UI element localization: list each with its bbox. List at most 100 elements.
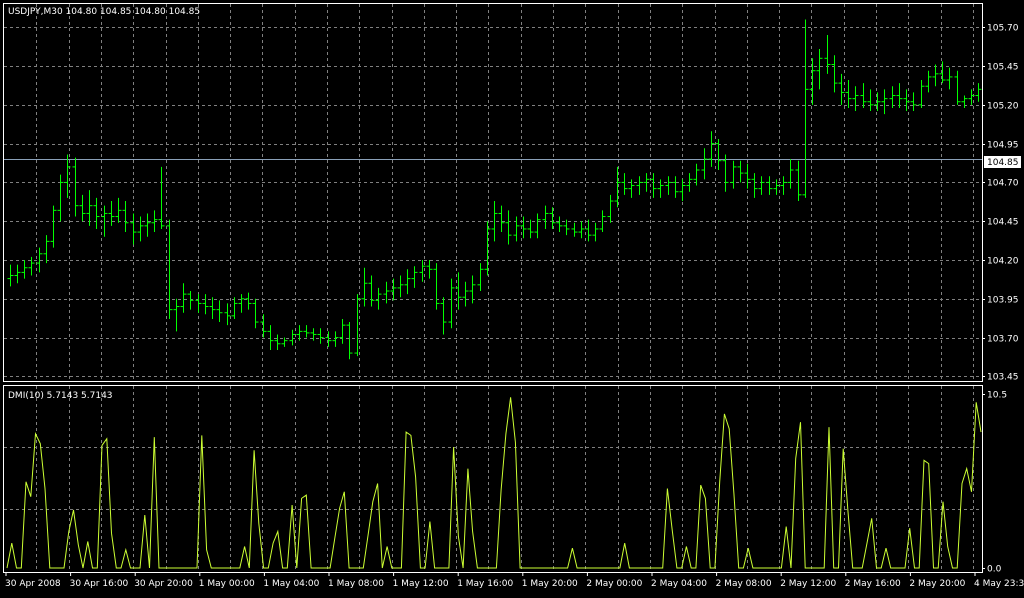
time-tick-label: 30 Apr 2008 xyxy=(5,579,61,589)
ohlc-bar xyxy=(881,89,888,115)
ohlc-bar xyxy=(245,292,252,310)
ohlc-bar xyxy=(462,281,469,307)
ohlc-bar xyxy=(787,159,794,189)
price-axis: 105.70 105.45 105.20 104.95 104.70 104.45 104.… xyxy=(982,24,1019,383)
ohlc-bar xyxy=(889,86,896,108)
ohlc-bar xyxy=(592,222,599,242)
ohlc-bar xyxy=(346,322,353,360)
ohlc-bar xyxy=(505,210,512,245)
chart-canvas: 105.70 105.45 105.20 104.95 104.70 104.45 104.… xyxy=(3,3,1024,589)
ohlc-bar xyxy=(238,294,245,313)
ohlc-bar xyxy=(180,283,187,313)
indicator-tick-label: 10.5 xyxy=(987,391,1007,401)
time-tick-label: 1 May 08:00 xyxy=(328,579,384,589)
ohlc-bar xyxy=(946,67,953,90)
ohlc-bar xyxy=(166,219,173,319)
ohlc-bar xyxy=(274,334,281,350)
ohlc-bar xyxy=(961,95,968,108)
ohlc-bar xyxy=(158,166,165,229)
ohlc-bar xyxy=(831,55,838,93)
ohlc-bar xyxy=(780,176,787,195)
time-tick-label: 2 May 08:00 xyxy=(716,579,772,589)
ohlc-bar xyxy=(7,264,14,287)
ohlc-bar xyxy=(43,235,50,264)
ohlc-bar xyxy=(860,83,867,108)
ohlc-bar xyxy=(874,92,881,112)
price-pane-frame xyxy=(3,3,983,382)
time-tick-label: 2 May 04:00 xyxy=(651,579,707,589)
price-tick-label: 103.45 xyxy=(987,373,1019,383)
ohlc-bar xyxy=(701,148,708,180)
ohlc-bar xyxy=(195,294,202,313)
ohlc-bar xyxy=(79,194,86,222)
ohlc-bar xyxy=(144,213,151,237)
ohlc-bar xyxy=(332,331,339,347)
ohlc-bar xyxy=(383,281,390,304)
ohlc-bar xyxy=(925,70,932,93)
price-tick-label: 104.95 xyxy=(987,141,1019,151)
ohlc-bar xyxy=(252,298,259,329)
ohlc-bar xyxy=(209,297,216,319)
ohlc-bar xyxy=(224,303,231,326)
ohlc-bar xyxy=(72,157,79,217)
ohlc-bars xyxy=(7,19,982,360)
ohlc-bar xyxy=(918,80,925,108)
ohlc-bar xyxy=(86,190,93,226)
time-tick-label: 1 May 16:00 xyxy=(457,579,513,589)
ohlc-bar xyxy=(838,73,845,105)
ohlc-bar xyxy=(975,83,982,102)
ohlc-bar xyxy=(361,267,368,307)
ohlc-bar xyxy=(751,173,758,198)
ohlc-bar xyxy=(339,318,346,344)
ohlc-bar xyxy=(404,269,411,295)
ohlc-bar xyxy=(766,176,773,195)
ohlc-bar xyxy=(824,35,831,74)
ohlc-bar xyxy=(36,247,43,273)
indicator-header: DMI(10) 5.7143 5.7143 xyxy=(8,391,113,401)
ohlc-bar xyxy=(636,176,643,195)
ohlc-bar xyxy=(93,197,100,229)
ohlc-bar xyxy=(845,80,852,108)
chart[interactable]: 105.70 105.45 105.20 104.95 104.70 104.45 104.… xyxy=(0,0,1024,594)
ohlc-bar xyxy=(614,166,621,208)
ohlc-bar xyxy=(317,328,324,344)
time-tick-label: 30 Apr 20:00 xyxy=(134,579,193,589)
price-tick-label: 103.70 xyxy=(987,335,1019,345)
ohlc-bar xyxy=(173,298,180,332)
time-tick-label: 1 May 04:00 xyxy=(263,579,319,589)
ohlc-bar xyxy=(650,173,657,198)
ohlc-bar xyxy=(448,278,455,329)
ohlc-bar xyxy=(426,259,433,279)
ohlc-bar xyxy=(773,179,780,195)
ohlc-bar xyxy=(14,264,21,284)
chart-header: USDJPY,M30 104.80 104.85 104.80 104.85 xyxy=(8,7,200,17)
ohlc-bar xyxy=(802,19,809,198)
price-tick-label: 104.20 xyxy=(987,257,1019,267)
ohlc-bar xyxy=(585,219,592,242)
price-tick-label: 105.70 xyxy=(987,24,1019,34)
ohlc-bar xyxy=(137,216,144,242)
time-axis: 30 Apr 2008 30 Apr 16:00 30 Apr 20:00 1 May… xyxy=(5,572,1024,589)
dmi-series xyxy=(6,397,982,569)
price-tick-label: 105.20 xyxy=(987,102,1019,112)
ohlc-bar xyxy=(260,314,267,338)
ohlc-bar xyxy=(289,329,296,346)
ohlc-bar xyxy=(795,160,802,202)
ohlc-bar xyxy=(542,205,549,229)
ohlc-bar xyxy=(296,325,303,341)
time-tick-label: 4 May 23:30 xyxy=(974,579,1024,589)
ohlc-bar xyxy=(578,221,585,239)
ohlc-bar xyxy=(621,173,628,195)
ohlc-bar xyxy=(390,278,397,301)
ohlc-bar xyxy=(722,154,729,192)
ohlc-bar xyxy=(122,201,129,233)
ohlc-bar xyxy=(498,205,505,233)
price-tick-label: 103.95 xyxy=(987,296,1019,306)
ohlc-bar xyxy=(715,138,722,171)
ohlc-bar xyxy=(513,216,520,242)
ohlc-bar xyxy=(607,194,614,223)
ohlc-bar xyxy=(954,70,961,105)
indicator-tick-label: 0.0 xyxy=(987,565,1002,575)
ohlc-bar xyxy=(187,291,194,310)
chart-frame xyxy=(3,3,983,573)
